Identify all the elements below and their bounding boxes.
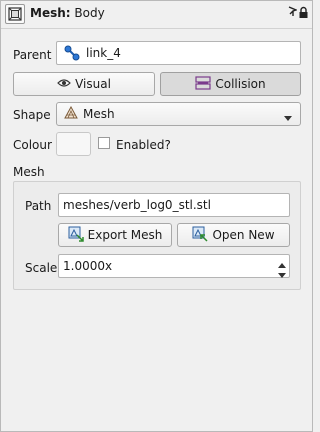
export-mesh-button[interactable]: Export Mesh (58, 223, 172, 247)
shape-label: Shape (13, 108, 51, 122)
parent-label: Parent (13, 48, 52, 62)
shape-value: Mesh (83, 107, 115, 121)
chevron-down-icon (284, 111, 292, 125)
spin-down-icon[interactable] (278, 268, 286, 282)
open-new-icon (192, 226, 208, 245)
tab-collision-label: Collision (215, 77, 266, 91)
link-icon (64, 45, 80, 61)
path-label: Path (25, 199, 52, 213)
panel-title-prefix: Mesh: (30, 6, 71, 20)
mesh-properties-panel: Mesh: Body Parent link_4 Visual Collisio… (0, 0, 313, 432)
tab-visual[interactable]: Visual (13, 72, 155, 96)
panel-title-name: Body (74, 6, 105, 20)
colour-label: Colour (13, 138, 52, 152)
eye-icon (57, 77, 71, 91)
export-mesh-label: Export Mesh (87, 228, 163, 242)
scale-label: Scale (25, 261, 58, 275)
parent-value: link_4 (86, 46, 121, 60)
mesh-frame-icon (5, 4, 25, 24)
panel-title: Mesh: Body (30, 6, 105, 20)
parent-field[interactable]: link_4 (56, 41, 301, 65)
scale-spinbox[interactable]: 1.0000x (58, 254, 290, 278)
colour-swatch-button[interactable] (56, 132, 91, 156)
path-value: meshes/verb_log0_stl.stl (63, 198, 211, 212)
mesh-section-label: Mesh (13, 165, 45, 179)
open-new-button[interactable]: Open New (177, 223, 290, 247)
path-field[interactable]: meshes/verb_log0_stl.stl (58, 193, 290, 217)
scale-value: 1.0000x (63, 259, 113, 273)
panel-titlebar: Mesh: Body (1, 1, 312, 29)
collision-icon (195, 75, 211, 93)
export-mesh-icon (68, 226, 84, 245)
mesh-shape-icon (63, 105, 79, 123)
shape-select[interactable]: Mesh (56, 102, 301, 126)
tab-collision[interactable]: Collision (160, 72, 301, 96)
tab-visual-label: Visual (75, 77, 111, 91)
enabled-label: Enabled? (116, 138, 171, 152)
open-new-label: Open New (212, 228, 275, 242)
enabled-checkbox[interactable] (98, 137, 110, 149)
pin-icon[interactable] (288, 6, 298, 18)
lock-icon[interactable] (299, 6, 308, 19)
